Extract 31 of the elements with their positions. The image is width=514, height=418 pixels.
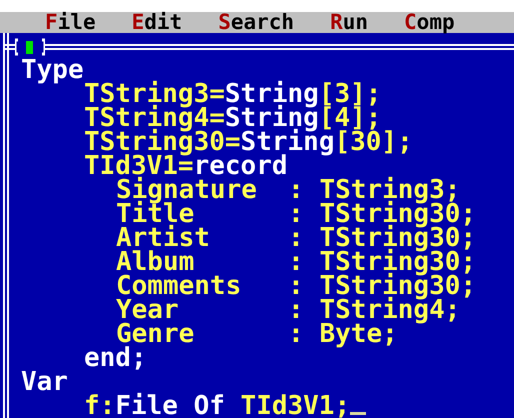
menu-item[interactable]: Search	[218, 12, 294, 33]
code-text: Year : TString4;	[116, 298, 460, 322]
code-text: [30];	[334, 130, 413, 154]
code-text: TId3V1;	[240, 394, 350, 418]
code-text: Title : TString30;	[116, 202, 476, 226]
code-keyword: String	[240, 130, 334, 154]
menu-item[interactable]: Comp	[404, 12, 455, 33]
code-text: [4];	[318, 106, 382, 130]
code-text: Artist : TString30;	[116, 226, 476, 250]
text-cursor	[350, 412, 366, 415]
code-text: f:	[84, 394, 116, 418]
code-text: Genre : Byte;	[116, 322, 398, 346]
code-text: Signature : TString3;	[116, 178, 460, 202]
code-keyword: record	[194, 154, 288, 178]
code-text: TString3=	[84, 82, 225, 106]
code-keyword: String	[224, 106, 319, 130]
code-text: [3];	[318, 82, 382, 106]
code-text: TId3V1=	[84, 154, 194, 178]
code-keyword: Var	[21, 370, 68, 394]
menu-item[interactable]: Run	[330, 12, 368, 33]
code-keyword: File Of	[115, 394, 225, 418]
code-text: Album : TString30;	[116, 250, 476, 274]
code-keyword: Type	[21, 58, 84, 82]
code-keyword: end;	[84, 346, 147, 370]
code-keyword: String	[224, 82, 319, 106]
code-text: TString30=	[84, 130, 241, 154]
code-text: TString4=	[84, 106, 225, 130]
menu-item[interactable]: Edit	[132, 12, 182, 33]
code-text: Comments : TString30;	[116, 274, 476, 298]
menu-item[interactable]: File	[45, 12, 96, 33]
close-box-icon[interactable]	[15, 38, 45, 56]
